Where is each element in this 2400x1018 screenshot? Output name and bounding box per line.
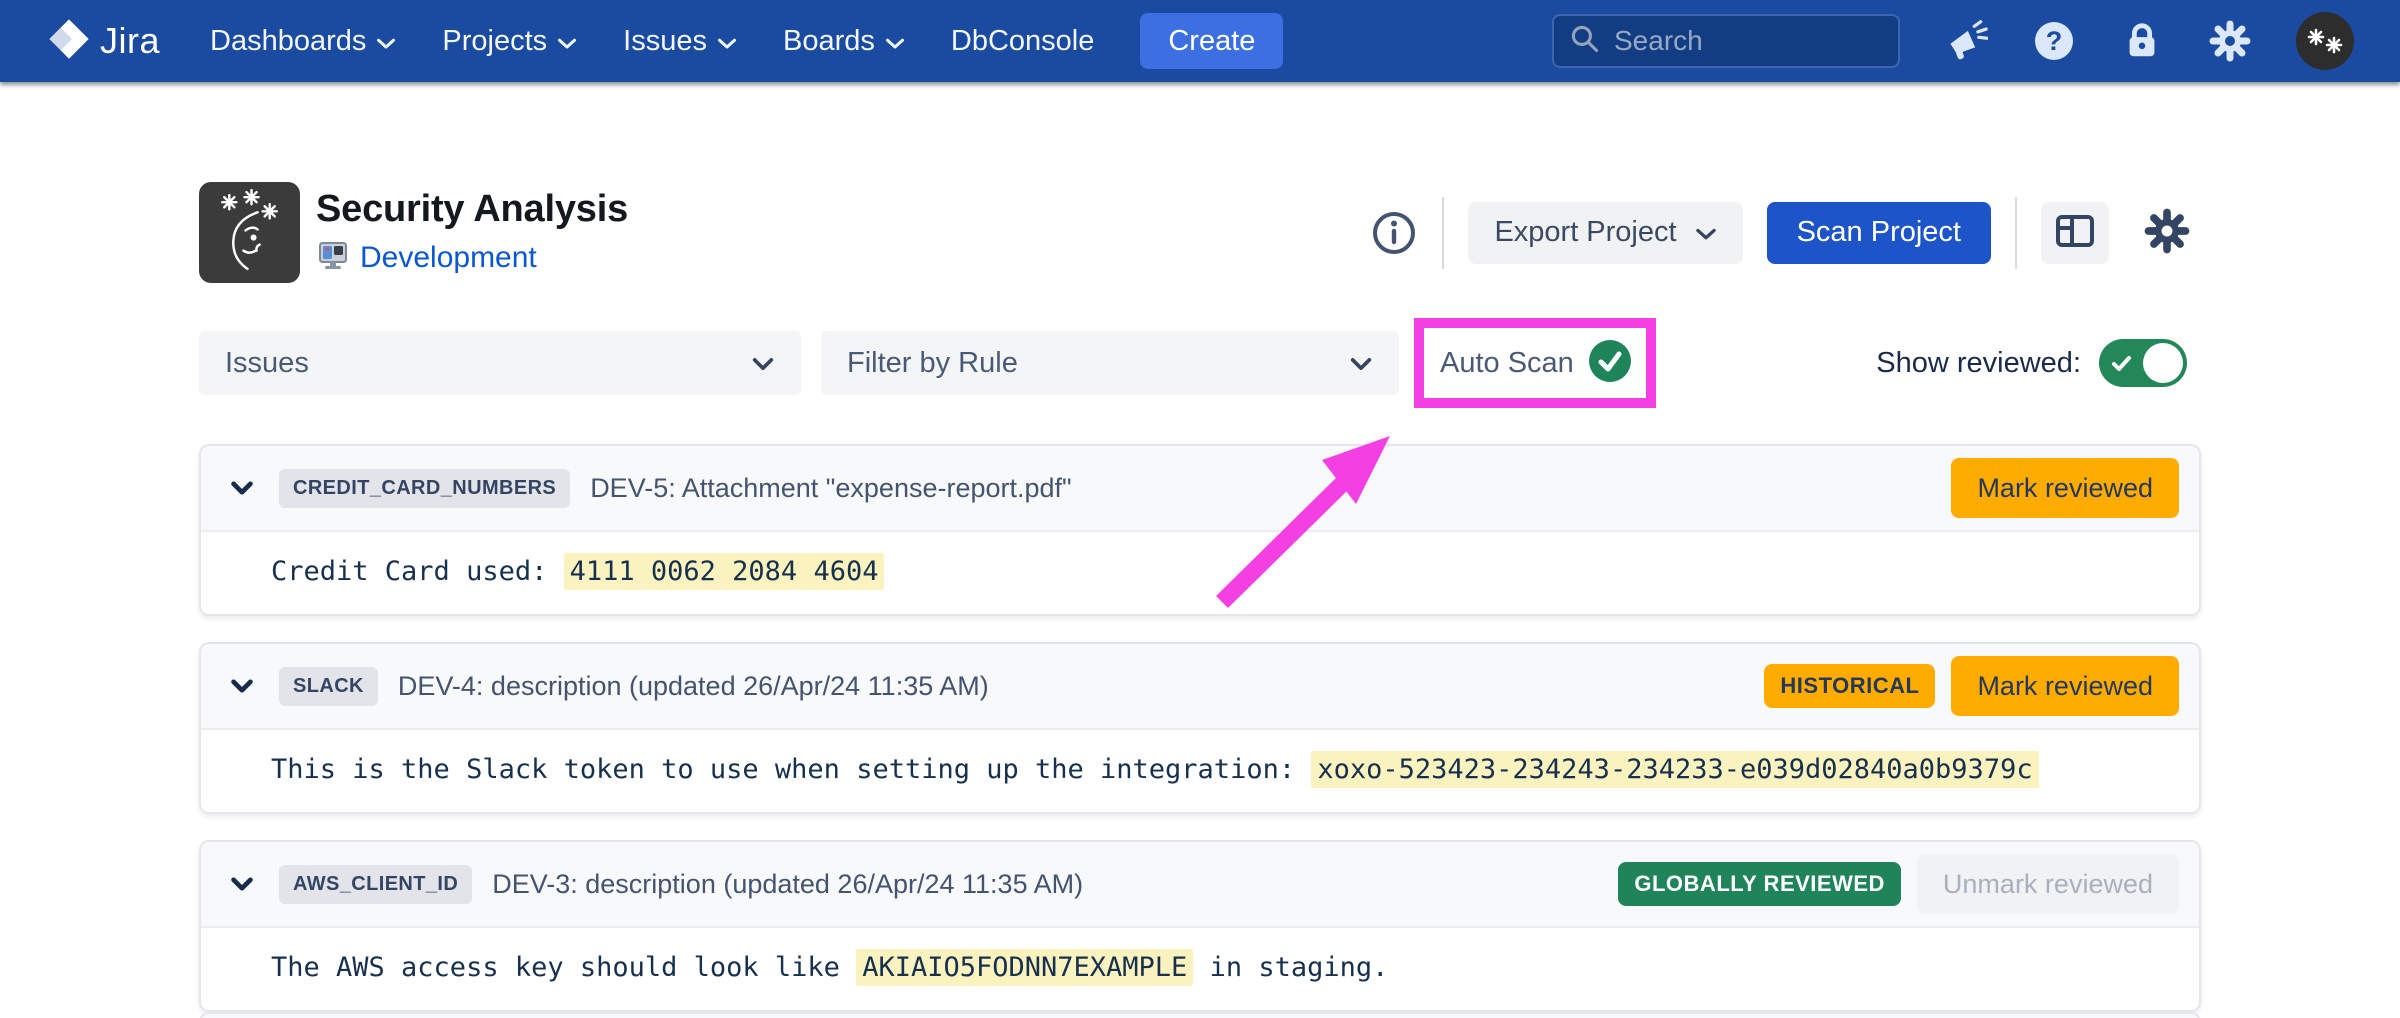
show-reviewed-toggle[interactable] [2099,339,2187,387]
chevron-down-icon [751,347,775,380]
jira-logo-icon [48,18,90,65]
project-category-icon [316,239,350,278]
nav-right: ? [1552,12,2354,70]
finding-card: CREDIT_CARD_NUMBERS DEV-5: Attachment "e… [199,444,2201,616]
scan-project-button[interactable]: Scan Project [1767,202,1991,264]
finding-text: The AWS access key should look like [271,952,856,983]
finding-card-header: AWS_CLIENT_ID DEV-3: description (update… [201,842,2199,928]
collapse-chevron-icon[interactable] [225,471,259,505]
page: Jira Dashboards Projects Issues Boards D… [0,0,2400,1018]
main-content: Security Analysis Development [199,182,2201,1012]
project-header: Security Analysis Development [199,182,2201,283]
rule-tag: AWS_CLIENT_ID [279,865,472,904]
divider [2015,197,2017,269]
nav-item-dbconsole[interactable]: DbConsole [951,25,1094,58]
settings-button[interactable] [2133,202,2201,264]
globally-reviewed-badge: GLOBALLY REVIEWED [1618,862,1901,906]
next-card-partial [199,1012,2201,1018]
megaphone-icon[interactable] [1944,19,1988,63]
finding-body: The AWS access key should look like AKIA… [201,928,2199,1010]
filter-by-rule-value: Filter by Rule [847,347,1018,380]
rule-tag: SLACK [279,667,378,706]
user-avatar[interactable] [2296,12,2354,70]
finding-body: Credit Card used: 4111 0062 2084 4604 [201,532,2199,614]
finding-card: AWS_CLIENT_ID DEV-3: description (update… [199,840,2201,1012]
jira-logo[interactable]: Jira [48,18,160,65]
nav-item-issues[interactable]: Issues [623,25,737,58]
nav-item-label: DbConsole [951,25,1094,58]
page-title: Security Analysis [316,188,628,231]
chevron-down-icon [885,25,905,58]
unmark-reviewed-button[interactable]: Unmark reviewed [1917,854,2179,914]
finding-text: in staging. [1193,952,1388,983]
finding-card-header: CREDIT_CARD_NUMBERS DEV-5: Attachment "e… [201,446,2199,532]
mark-reviewed-button[interactable]: Mark reviewed [1951,656,2179,716]
finding-title: DEV-5: Attachment "expense-report.pdf" [590,473,1071,504]
issues-dropdown[interactable]: Issues [199,331,801,395]
gear-icon [2143,207,2191,258]
export-project-label: Export Project [1494,216,1676,249]
nav-item-projects[interactable]: Projects [442,25,577,58]
finding-text: Credit Card used: [271,556,564,587]
show-reviewed-group: Show reviewed: [1876,339,2201,387]
brand-text: Jira [100,20,160,62]
finding-title: DEV-4: description (updated 26/Apr/24 11… [398,671,989,702]
chevron-down-icon [1695,216,1717,249]
collapse-chevron-icon[interactable] [225,669,259,703]
filter-row: Issues Filter by Rule Auto Scan Show rev… [199,318,2201,408]
create-button[interactable]: Create [1140,13,1283,69]
finding-card: SLACK DEV-4: description (updated 26/Apr… [199,642,2201,814]
svg-text:?: ? [2046,26,2063,56]
lock-icon[interactable] [2120,19,2164,63]
toggle-knob [2143,343,2183,383]
project-link[interactable]: Development [360,241,537,275]
top-nav: Jira Dashboards Projects Issues Boards D… [0,0,2400,82]
chevron-down-icon [557,25,577,58]
export-project-button[interactable]: Export Project [1468,202,1742,264]
auto-scan-label[interactable]: Auto Scan [1440,347,1574,380]
auto-scan-highlight-box: Auto Scan [1414,318,1656,408]
finding-card-header: SLACK DEV-4: description (updated 26/Apr… [201,644,2199,730]
project-titles: Security Analysis Development [316,188,628,278]
historical-badge: HISTORICAL [1764,664,1935,708]
mark-reviewed-button[interactable]: Mark reviewed [1951,458,2179,518]
auto-scan-check-icon [1588,339,1632,388]
finding-title: DEV-3: description (updated 26/Apr/24 11… [492,869,1083,900]
nav-item-label: Issues [623,25,707,58]
rule-tag: CREDIT_CARD_NUMBERS [279,469,570,508]
chevron-down-icon [1349,347,1373,380]
nav-item-dashboards[interactable]: Dashboards [210,25,396,58]
divider [1442,197,1444,269]
nav-item-label: Boards [783,25,875,58]
finding-secret-highlight: 4111 0062 2084 4604 [564,553,885,590]
issues-dropdown-value: Issues [225,347,309,380]
check-icon [2111,353,2133,375]
finding-secret-highlight: AKIAIO5FODNN7EXAMPLE [856,949,1193,986]
panel-icon [2052,208,2098,257]
chevron-down-icon [376,25,396,58]
nav-item-label: Dashboards [210,25,366,58]
details-panel-button[interactable] [2041,202,2109,264]
filter-by-rule-dropdown[interactable]: Filter by Rule [821,331,1399,395]
search-box[interactable] [1552,14,1900,68]
chevron-down-icon [717,25,737,58]
help-icon[interactable]: ? [2032,19,2076,63]
search-input[interactable] [1614,25,1884,57]
nav-items: Dashboards Projects Issues Boards DbCons… [210,25,1094,58]
header-actions: Export Project Scan Project [1370,197,2201,269]
collapse-chevron-icon[interactable] [225,867,259,901]
gear-icon[interactable] [2208,19,2252,63]
nav-item-boards[interactable]: Boards [783,25,905,58]
finding-text: This is the Slack token to use when sett… [271,754,1311,785]
finding-secret-highlight: xoxo-523423-234243-234233-e039d02840a0b9… [1311,751,2038,788]
nav-item-label: Projects [442,25,547,58]
search-icon [1568,22,1602,61]
show-reviewed-label: Show reviewed: [1876,347,2081,380]
project-avatar [199,182,300,283]
finding-body: This is the Slack token to use when sett… [201,730,2199,812]
info-icon[interactable] [1370,209,1418,257]
